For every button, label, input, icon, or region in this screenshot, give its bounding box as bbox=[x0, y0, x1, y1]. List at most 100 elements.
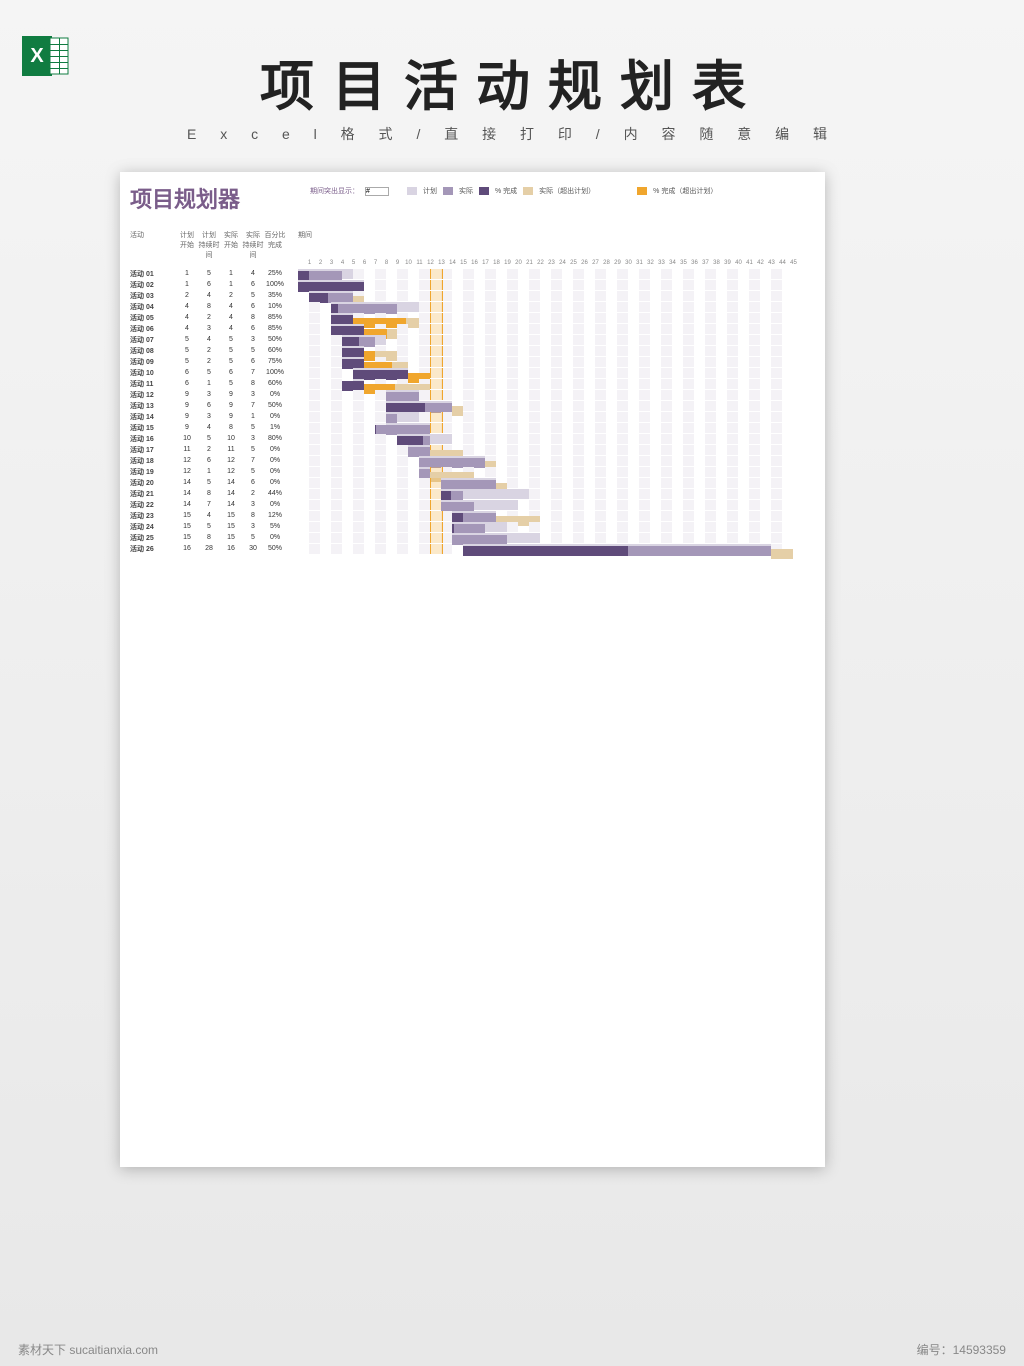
cell-pct: 75% bbox=[264, 358, 286, 365]
cell-plan-dur: 6 bbox=[198, 402, 220, 409]
table-row: 活动 23 15 4 15 8 12% bbox=[130, 510, 815, 521]
gantt-bar-area bbox=[298, 313, 793, 323]
table-row: 活动 19 12 1 12 5 0% bbox=[130, 466, 815, 477]
cell-plan-start: 15 bbox=[176, 523, 198, 530]
cell-actual-dur: 7 bbox=[242, 369, 264, 376]
cell-plan-start: 14 bbox=[176, 501, 198, 508]
col-plan-start: 计划 开始 bbox=[176, 230, 198, 260]
table-row: 活动 17 11 2 11 5 0% bbox=[130, 444, 815, 455]
cell-plan-start: 6 bbox=[176, 369, 198, 376]
cell-actual-start: 10 bbox=[220, 435, 242, 442]
activity-name: 活动 14 bbox=[130, 412, 176, 422]
table-row: 活动 16 10 5 10 3 80% bbox=[130, 433, 815, 444]
cell-actual-dur: 3 bbox=[242, 501, 264, 508]
cell-plan-start: 4 bbox=[176, 325, 198, 332]
gantt-bar-area bbox=[298, 478, 793, 488]
cell-plan-dur: 8 bbox=[198, 534, 220, 541]
gantt-bar-area bbox=[298, 445, 793, 455]
highlight-input[interactable] bbox=[365, 187, 389, 196]
cell-actual-start: 9 bbox=[220, 402, 242, 409]
cell-actual-start: 5 bbox=[220, 380, 242, 387]
legend-swatch-done bbox=[479, 187, 489, 195]
cell-actual-dur: 4 bbox=[242, 270, 264, 277]
gantt-bar-area bbox=[298, 456, 793, 466]
page-title: 项目活动规划表 bbox=[0, 42, 1024, 121]
activity-name: 活动 22 bbox=[130, 500, 176, 510]
cell-pct: 0% bbox=[264, 457, 286, 464]
activity-name: 活动 05 bbox=[130, 313, 176, 323]
cell-actual-start: 5 bbox=[220, 347, 242, 354]
page-subtitle: E x c e l 格 式 / 直 接 打 印 / 内 容 随 意 编 辑 bbox=[0, 124, 1024, 144]
gantt-bar-area bbox=[298, 544, 793, 554]
cell-actual-dur: 6 bbox=[242, 358, 264, 365]
cell-actual-dur: 5 bbox=[242, 534, 264, 541]
cell-actual-dur: 8 bbox=[242, 380, 264, 387]
activity-name: 活动 10 bbox=[130, 368, 176, 378]
cell-pct: 0% bbox=[264, 413, 286, 420]
gantt-bar-area bbox=[298, 412, 793, 422]
cell-pct: 100% bbox=[264, 369, 286, 376]
cell-pct: 0% bbox=[264, 479, 286, 486]
gantt-bar-area bbox=[298, 511, 793, 521]
cell-actual-start: 15 bbox=[220, 512, 242, 519]
activity-name: 活动 09 bbox=[130, 357, 176, 367]
activity-name: 活动 11 bbox=[130, 379, 176, 389]
legend-swatch-plan bbox=[407, 187, 417, 195]
footer: 素材天下 sucaitianxia.com 编号：14593359 bbox=[18, 1341, 1006, 1358]
activity-name: 活动 06 bbox=[130, 324, 176, 334]
gantt-bar-area bbox=[298, 500, 793, 510]
cell-actual-start: 12 bbox=[220, 468, 242, 475]
cell-pct: 0% bbox=[264, 446, 286, 453]
cell-actual-dur: 6 bbox=[242, 325, 264, 332]
table-row: 活动 25 15 8 15 5 0% bbox=[130, 532, 815, 543]
cell-pct: 0% bbox=[264, 501, 286, 508]
cell-plan-dur: 5 bbox=[198, 270, 220, 277]
cell-pct: 44% bbox=[264, 490, 286, 497]
table-row: 活动 24 15 5 15 3 5% bbox=[130, 521, 815, 532]
page: X 项目活动规划表 E x c e l 格 式 / 直 接 打 印 / 内 容 … bbox=[0, 0, 1024, 1366]
cell-plan-start: 1 bbox=[176, 281, 198, 288]
cell-plan-dur: 2 bbox=[198, 358, 220, 365]
cell-plan-start: 12 bbox=[176, 457, 198, 464]
cell-pct: 25% bbox=[264, 270, 286, 277]
cell-actual-dur: 7 bbox=[242, 402, 264, 409]
activity-name: 活动 20 bbox=[130, 478, 176, 488]
cell-plan-start: 2 bbox=[176, 292, 198, 299]
activity-name: 活动 12 bbox=[130, 390, 176, 400]
activity-name: 活动 23 bbox=[130, 511, 176, 521]
gantt-bar-area bbox=[298, 357, 793, 367]
gantt-rows: 活动 01 1 5 1 4 25%活动 02 1 6 1 6 100%活动 03… bbox=[130, 268, 815, 554]
gantt-bar-area bbox=[298, 280, 793, 290]
cell-plan-dur: 8 bbox=[198, 303, 220, 310]
gantt-bar-area bbox=[298, 269, 793, 279]
activity-name: 活动 19 bbox=[130, 467, 176, 477]
cell-pct: 50% bbox=[264, 336, 286, 343]
cell-actual-start: 14 bbox=[220, 490, 242, 497]
cell-plan-start: 6 bbox=[176, 380, 198, 387]
gantt-bar-area bbox=[298, 522, 793, 532]
table-row: 活动 04 4 8 4 6 10% bbox=[130, 301, 815, 312]
gantt-bar-area bbox=[298, 379, 793, 389]
footer-left: 素材天下 sucaitianxia.com bbox=[18, 1341, 158, 1358]
cell-plan-dur: 4 bbox=[198, 512, 220, 519]
cell-actual-start: 4 bbox=[220, 303, 242, 310]
cell-plan-start: 5 bbox=[176, 358, 198, 365]
cell-actual-dur: 6 bbox=[242, 479, 264, 486]
table-row: 活动 08 5 2 5 5 60% bbox=[130, 345, 815, 356]
cell-plan-start: 10 bbox=[176, 435, 198, 442]
cell-pct: 0% bbox=[264, 468, 286, 475]
cell-plan-dur: 7 bbox=[198, 501, 220, 508]
cell-actual-dur: 5 bbox=[242, 446, 264, 453]
cell-actual-start: 8 bbox=[220, 424, 242, 431]
table-row: 活动 11 6 1 5 8 60% bbox=[130, 378, 815, 389]
col-pct: 百分比 完成 bbox=[264, 230, 286, 260]
table-row: 活动 02 1 6 1 6 100% bbox=[130, 279, 815, 290]
legend-swatch-overdone bbox=[637, 187, 647, 195]
cell-plan-start: 4 bbox=[176, 303, 198, 310]
table-row: 活动 06 4 3 4 6 85% bbox=[130, 323, 815, 334]
cell-plan-dur: 28 bbox=[198, 545, 220, 552]
activity-name: 活动 16 bbox=[130, 434, 176, 444]
cell-plan-dur: 6 bbox=[198, 281, 220, 288]
cell-pct: 5% bbox=[264, 523, 286, 530]
activity-name: 活动 04 bbox=[130, 302, 176, 312]
